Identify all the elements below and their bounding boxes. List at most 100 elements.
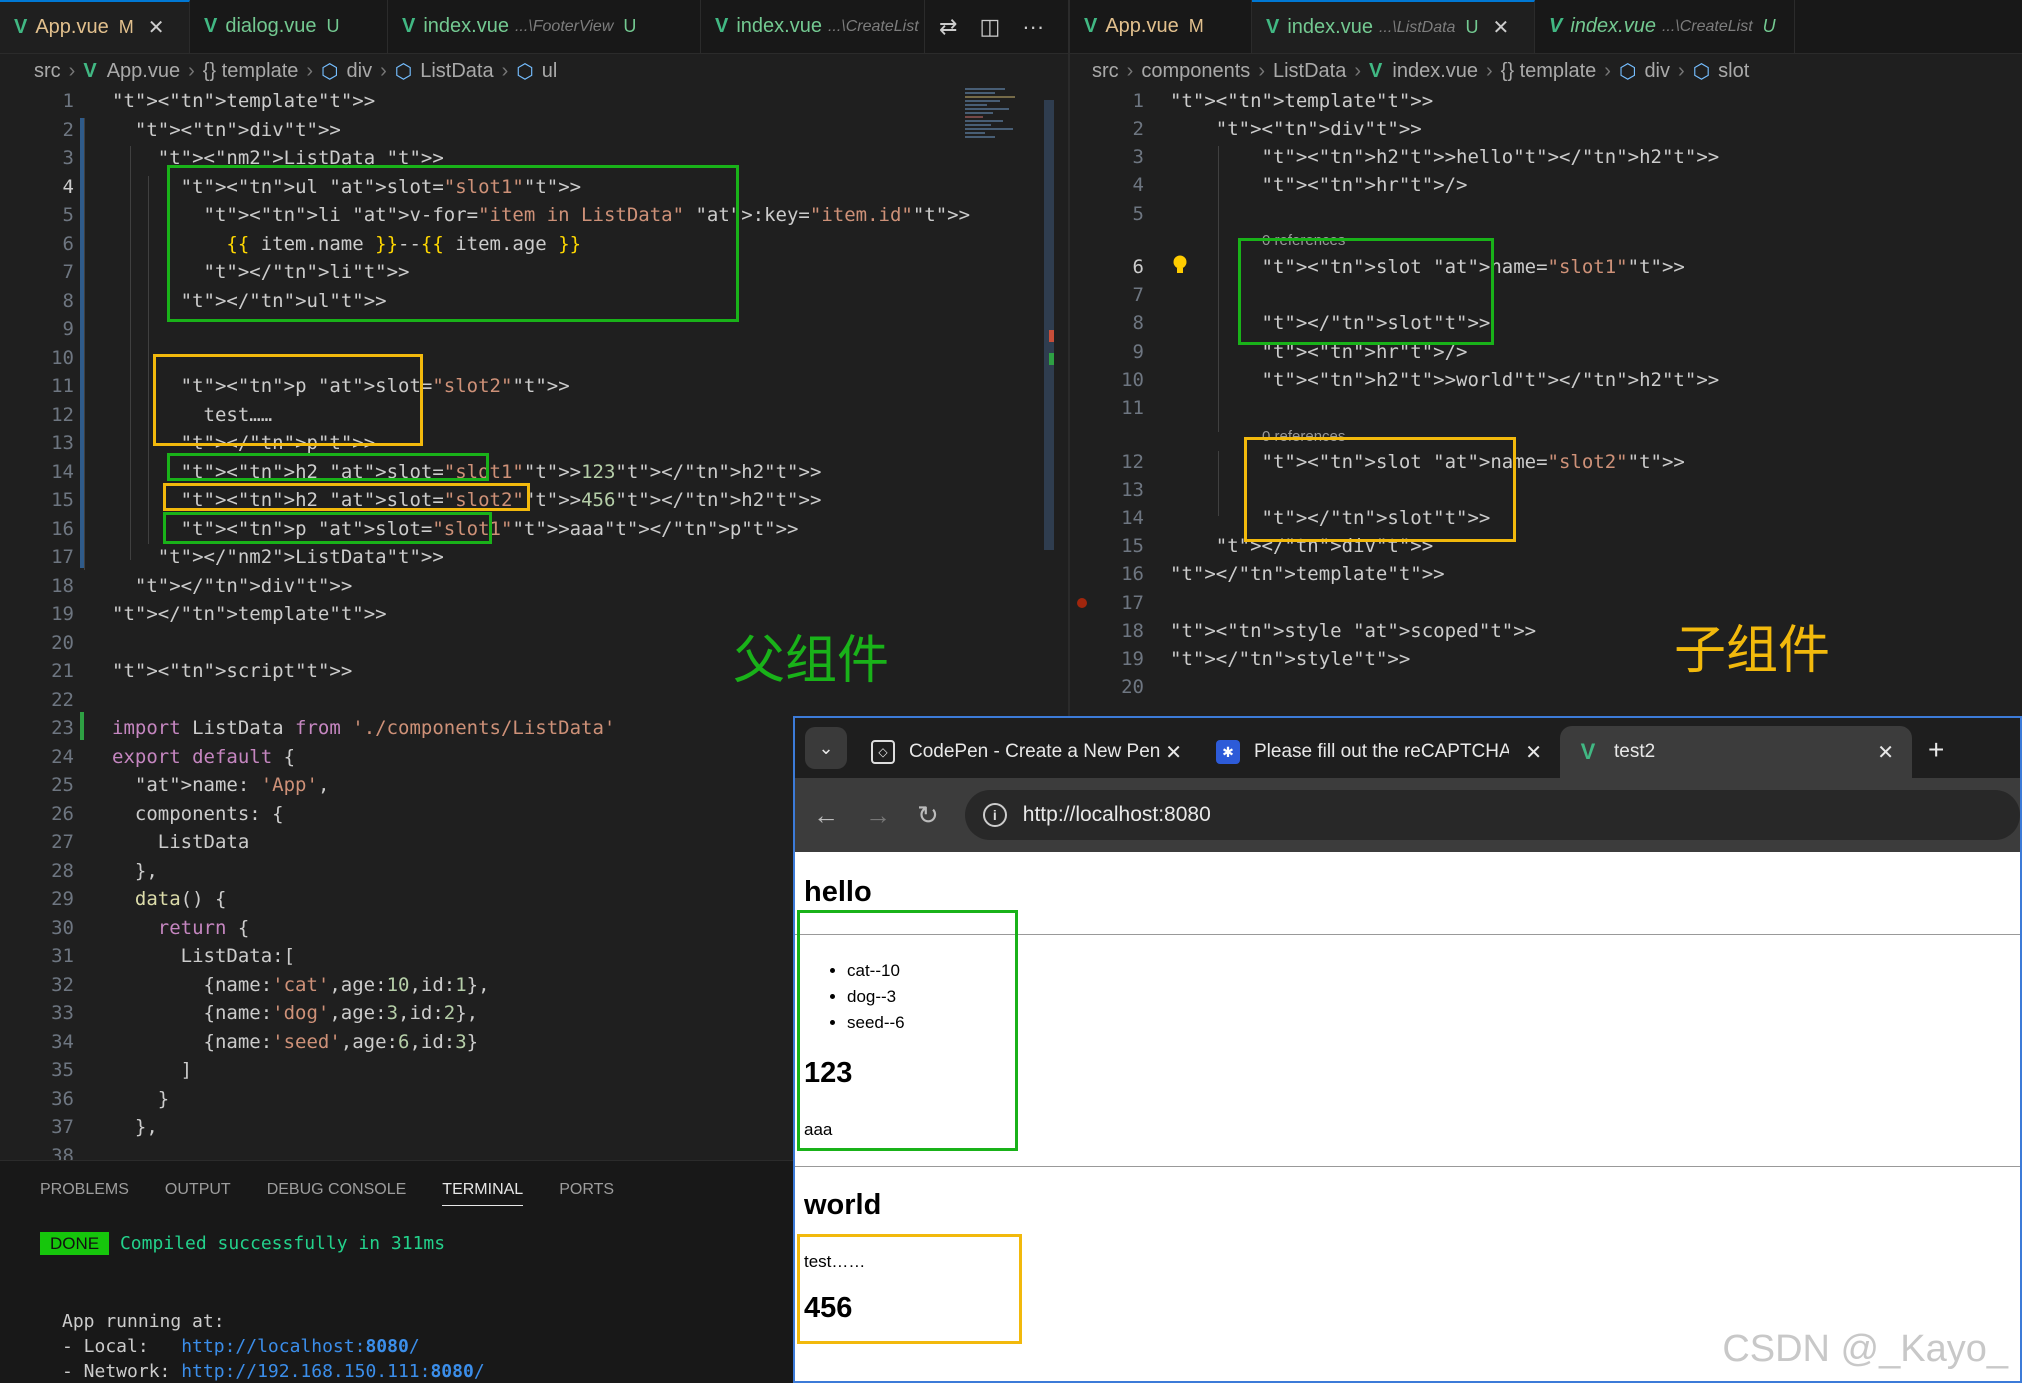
heading-hello: hello <box>804 876 872 908</box>
code-line[interactable]: ListData <box>112 831 250 853</box>
tab-ports[interactable]: PORTS <box>559 1181 614 1206</box>
code-line[interactable]: } <box>112 1088 169 1110</box>
code-line[interactable]: "t"></"tn">div"t">> <box>112 575 352 597</box>
more-actions-icon[interactable]: ··· <box>1022 14 1044 40</box>
code-line[interactable]: "t"><"tn">div"t">> <box>1170 118 1422 140</box>
tab-createlist-index-vue[interactable]: V index.vue ...\CreateList U <box>1535 0 1795 53</box>
breadcrumb: src › components › ListData › Vindex.vue › {… <box>1092 59 1750 83</box>
tab-footer-index-vue[interactable]: V index.vue ...\FooterView U <box>388 0 701 53</box>
vue-file-icon: V <box>402 15 416 37</box>
code-line[interactable]: import ListData from './components/ListD… <box>112 717 615 739</box>
close-icon[interactable]: ✕ <box>1525 740 1542 765</box>
code-line[interactable]: "at">name: 'App', <box>112 774 330 796</box>
code-line[interactable]: components: { <box>112 803 284 825</box>
code-line[interactable]: export default { <box>112 746 295 768</box>
tab-listdata-index-vue[interactable]: V index.vue ...\ListData U ✕ <box>1252 0 1535 53</box>
vue-file-icon: V <box>14 16 28 38</box>
line-number: 8 <box>62 289 74 312</box>
element-icon: ⬡ <box>516 60 534 83</box>
breakpoint-dot[interactable] <box>1077 598 1087 608</box>
tab-app-vue[interactable]: V App.vue M ✕ <box>0 0 190 53</box>
browser-tab-test2[interactable]: V test2 ✕ <box>1560 726 1912 778</box>
tab-debug-console[interactable]: DEBUG CONSOLE <box>267 1181 407 1206</box>
close-icon[interactable]: ✕ <box>148 15 165 40</box>
vue-logo-icon: V <box>1580 739 1596 764</box>
line-number: 16 <box>51 517 74 540</box>
reload-icon[interactable]: ↻ <box>917 800 939 831</box>
tab-problems[interactable]: PROBLEMS <box>40 1181 129 1206</box>
site-info-icon[interactable]: i <box>982 803 1007 827</box>
lightbulb-icon[interactable] <box>1171 254 1189 276</box>
compare-changes-icon[interactable]: ⇄ <box>939 14 957 40</box>
code-line[interactable]: "t"></"tn">template"t">> <box>112 603 387 625</box>
line-number: 19 <box>1121 648 1144 670</box>
close-icon[interactable]: ✕ <box>1492 15 1509 40</box>
line-number: 18 <box>51 574 74 597</box>
line-number: 4 <box>62 175 74 198</box>
back-icon[interactable]: ← <box>813 800 839 831</box>
slot1-highlight <box>167 453 489 481</box>
vue-file-icon: V <box>1369 59 1383 82</box>
line-number: 26 <box>51 802 74 825</box>
tab-createlist-index-vue[interactable]: V index.vue ...\CreateList <box>701 0 925 53</box>
slot1-highlight <box>167 165 739 322</box>
code-line[interactable]: "t"><"tn">div"t">> <box>112 119 341 141</box>
tab-terminal[interactable]: TERMINAL <box>442 1181 524 1206</box>
line-number: 35 <box>51 1059 74 1081</box>
code-line[interactable]: ] <box>112 1059 192 1081</box>
child-component-label: 子组件 <box>1674 621 1831 681</box>
element-icon: ⬡ <box>321 60 339 83</box>
terminal-local: - Local: http://localhost:8080/ <box>62 1336 420 1357</box>
code-line[interactable]: "t"><"tn">template"t">> <box>1170 90 1433 112</box>
close-icon[interactable]: ✕ <box>1877 740 1894 765</box>
change-gutter-bar <box>80 712 84 740</box>
close-icon[interactable]: ✕ <box>1165 740 1182 765</box>
line-number: 8 <box>1132 312 1144 334</box>
code-line[interactable]: "t"></"tn">style"t">> <box>1170 648 1410 670</box>
line-number: 20 <box>1121 676 1144 698</box>
code-line[interactable]: {name:'cat',age:10,id:1}, <box>112 974 490 996</box>
vue-file-icon: V <box>1084 15 1098 37</box>
line-number: 33 <box>51 1002 74 1024</box>
tab-output[interactable]: OUTPUT <box>165 1181 231 1206</box>
code-line[interactable]: {name:'seed',age:6,id:3} <box>112 1031 479 1053</box>
minimap[interactable] <box>965 86 1023 196</box>
code-line[interactable]: data() { <box>112 888 227 910</box>
code-line[interactable]: "t"></"tn">template"t">> <box>1170 563 1445 585</box>
tab-dialog-vue[interactable]: V dialog.vue U <box>190 0 388 53</box>
parent-component-label: 父组件 <box>733 631 890 691</box>
code-line[interactable]: "t"><"tn">h2"t">>hello"t"></"tn">h2"t">> <box>1170 146 1720 168</box>
diff-marker <box>1049 330 1054 342</box>
scrollbar[interactable] <box>1044 100 1054 550</box>
chevron-down-icon[interactable]: ⌄ <box>805 727 847 769</box>
line-number: 13 <box>51 432 74 454</box>
done-badge: DONE <box>40 1232 110 1255</box>
line-number: 23 <box>51 717 74 739</box>
browser-tab-codepen[interactable]: ◇ CodePen - Create a New Pen ✕ <box>855 726 1200 778</box>
line-number: 10 <box>51 346 74 369</box>
forward-icon[interactable]: → <box>865 800 891 831</box>
code-line[interactable]: }, <box>112 860 158 882</box>
browser-tab-recaptcha[interactable]: ✱ Please fill out the reCAPTCHA ✕ <box>1200 726 1560 778</box>
element-icon: ⬡ <box>1692 60 1711 83</box>
new-tab-button[interactable]: + <box>1912 734 1960 778</box>
code-line[interactable]: return { <box>112 917 250 939</box>
code-line[interactable]: "t"></"nm2">ListData"t">> <box>112 546 444 568</box>
code-line[interactable]: "t"><"tn">script"t">> <box>112 660 352 682</box>
line-number: 15 <box>51 489 74 511</box>
code-line[interactable]: "t"><"tn">style "at">scoped"t">> <box>1170 620 1536 642</box>
split-editor-icon[interactable]: ◫ <box>979 14 1000 40</box>
code-line[interactable]: "t"><"tn">h2"t">>world"t"></"tn">h2"t">> <box>1170 369 1720 391</box>
code-line[interactable]: "t"><"tn">hr"t">/> <box>1170 174 1468 196</box>
code-line[interactable]: "t"><"tn">template"t">> <box>112 90 375 112</box>
address-bar[interactable]: i http://localhost:8080 <box>964 790 2020 840</box>
indent-guide <box>84 118 85 570</box>
code-line[interactable]: }, <box>112 1116 158 1138</box>
vue-file-icon: V <box>204 15 218 37</box>
line-number: 6 <box>62 232 74 255</box>
tab-app-vue[interactable]: V App.vue M <box>1070 0 1252 53</box>
code-line[interactable]: {name:'dog',age:3,id:2}, <box>112 1002 479 1024</box>
code-line[interactable]: ListData:[ <box>112 945 295 967</box>
line-number: 14 <box>51 460 74 483</box>
slot1-highlight <box>163 512 492 544</box>
